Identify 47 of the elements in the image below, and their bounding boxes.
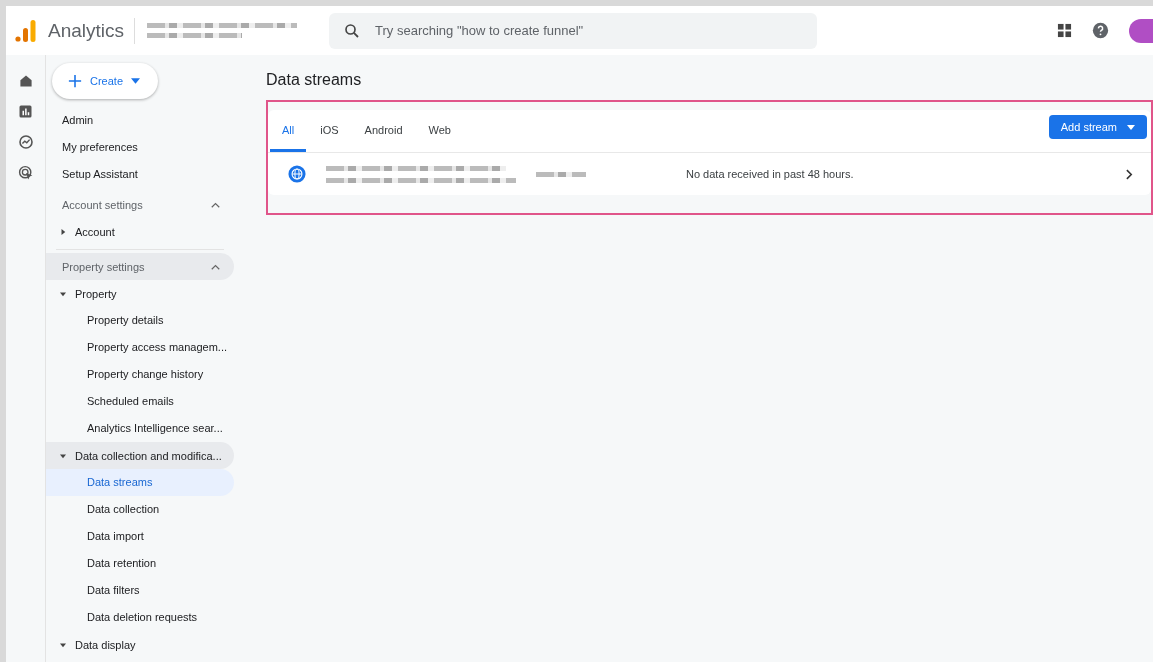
add-stream-button[interactable]: Add stream (1048, 115, 1147, 139)
chevron-right-icon (1126, 168, 1133, 180)
avatar[interactable] (1129, 18, 1153, 43)
section-header[interactable]: Account settings (46, 191, 234, 218)
nav-link[interactable]: Admin (46, 107, 234, 134)
search-field[interactable]: Try searching "how to create funnel" (329, 12, 818, 49)
caret-icon (131, 78, 141, 84)
redacted-stream-id (536, 171, 586, 177)
tree-node[interactable]: Account (46, 218, 234, 245)
stream-tab[interactable]: iOS (308, 110, 351, 152)
tree-node[interactable]: Property (46, 280, 234, 307)
stream-status: No data received in past 48 hours. (686, 168, 854, 180)
tree-node[interactable]: Data collection and modifica... (46, 442, 234, 469)
caret-icon (1127, 124, 1135, 130)
nav-item[interactable]: Property access managem... (46, 334, 234, 361)
nav-item[interactable]: Data streams (46, 469, 234, 496)
apps-grid-icon[interactable] (1057, 23, 1072, 38)
create-button[interactable]: Create (52, 63, 159, 99)
chevron-icon (211, 263, 220, 270)
bar-chart-icon[interactable] (18, 104, 33, 119)
nav-item[interactable]: Data filters (46, 577, 234, 604)
plus-icon (68, 74, 82, 88)
nav-item[interactable]: Property details (46, 307, 234, 334)
globe-icon (288, 165, 306, 183)
target-cursor-icon[interactable] (17, 165, 34, 181)
tree-node[interactable]: Data display (46, 631, 234, 658)
nav-link[interactable]: My preferences (46, 134, 234, 161)
help-icon[interactable] (1092, 22, 1109, 39)
app-name: Analytics (48, 19, 125, 42)
nav-item[interactable]: Data deletion requests (46, 604, 234, 631)
nav-item[interactable]: Data retention (46, 550, 234, 577)
chevron-icon (211, 201, 220, 208)
home-icon[interactable] (17, 73, 34, 89)
trend-icon[interactable] (17, 134, 34, 150)
analytics-logo-icon (14, 18, 38, 43)
stream-tab[interactable]: All (270, 110, 307, 152)
stream-row[interactable]: No data received in past 48 hours. (268, 153, 1151, 195)
nav-item[interactable]: Data import (46, 523, 234, 550)
nav-item[interactable]: Scheduled emails (46, 388, 234, 415)
page-title: Data streams (266, 71, 363, 89)
stream-tab[interactable]: Android (352, 110, 415, 152)
section-header[interactable]: Property settings (46, 253, 234, 280)
nav-item[interactable]: Property change history (46, 361, 234, 388)
nav-link[interactable]: Setup Assistant (46, 161, 234, 188)
nav-item[interactable]: Data collection (46, 496, 234, 523)
stream-tab[interactable]: Web (416, 110, 463, 152)
nav-item[interactable]: Analytics Intelligence sear... (46, 415, 234, 442)
